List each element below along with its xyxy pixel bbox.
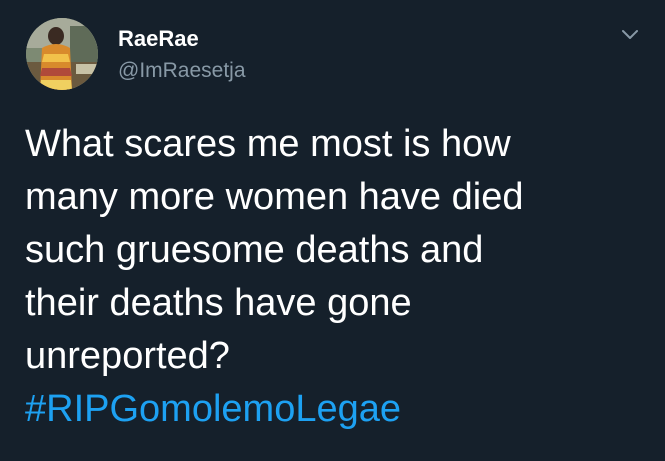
chevron-down-icon[interactable] [618,22,642,46]
user-handle[interactable]: @ImRaesetja [118,58,246,84]
avatar-photo [26,18,98,90]
tweet-card: RaeRae @ImRaesetja What scares me most i… [0,0,665,461]
hashtag-link[interactable]: #RIPGomolemoLegae [25,383,645,436]
tweet-text-line: many more women have died [25,176,524,218]
display-name[interactable]: RaeRae [118,26,199,52]
tweet-text-line: unreported? [25,335,230,377]
tweet-text: What scares me most is how many more wom… [25,118,645,436]
tweet-text-line: such gruesome deaths and [25,229,484,271]
avatar[interactable] [26,18,98,90]
tweet-text-line: What scares me most is how [25,123,511,165]
tweet-text-line: their deaths have gone [25,282,412,324]
